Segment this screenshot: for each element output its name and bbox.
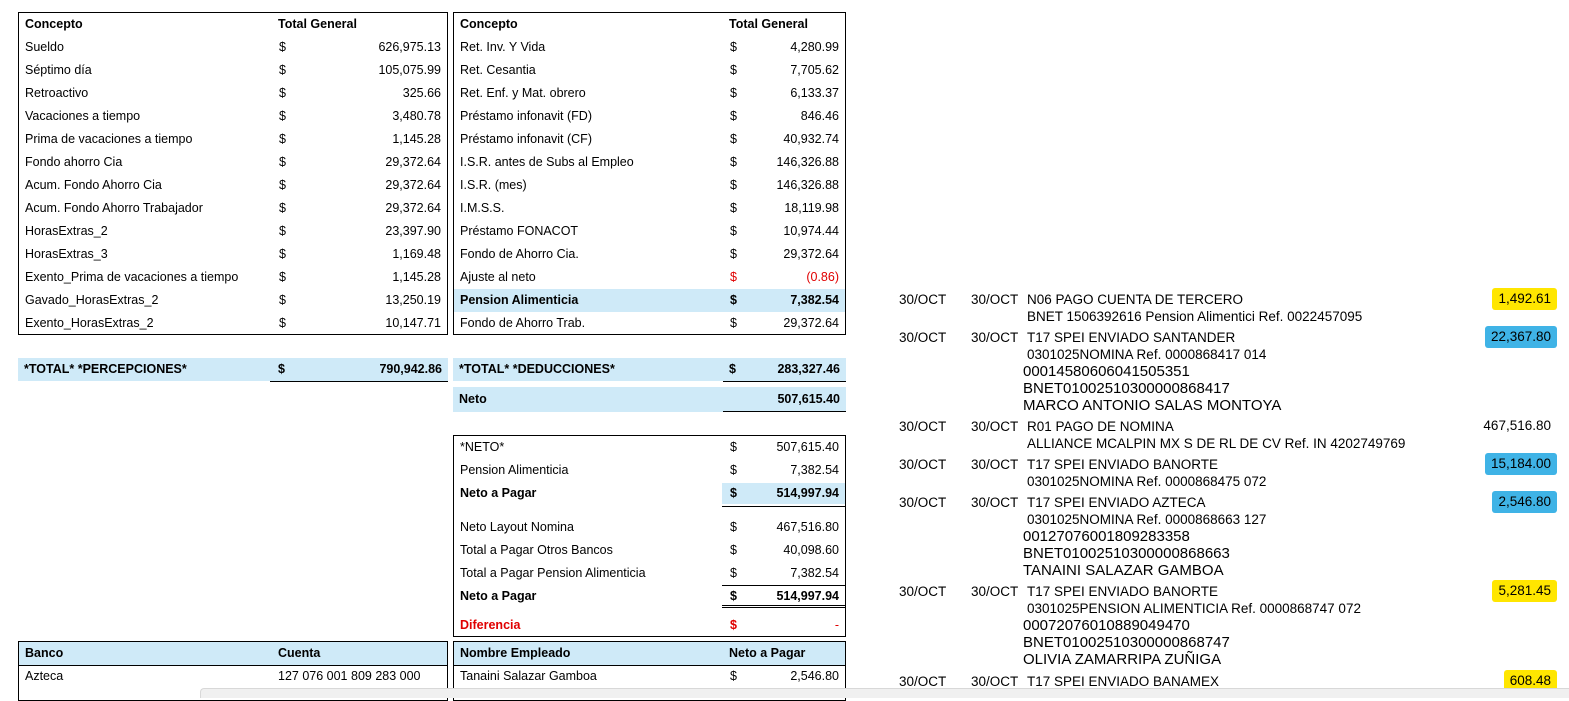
stmt-account-line: TANAINI SALAZAR GAMBOA [1023, 562, 1224, 579]
stmt-date-1: 30/OCT [899, 330, 947, 345]
stmt-detail: 0301025NOMINA Ref. 0000868417 014 [1027, 347, 1267, 362]
stmt-account-line: 00072076010889049470 [1023, 617, 1190, 634]
stmt-detail: BNET 1506392616 Pension Alimentici Ref. … [1027, 309, 1363, 324]
stmt-amount: 15,184.00 [1484, 453, 1557, 475]
stmt-desc: T17 SPEI ENVIADO BANORTE [1027, 584, 1219, 599]
stmt-desc: T17 SPEI ENVIADO BANORTE [1027, 457, 1219, 472]
stmt-account-line: MARCO ANTONIO SALAS MONTOYA [1023, 397, 1282, 414]
stmt-date-2: 30/OCT [971, 330, 1019, 345]
estado-cuenta: 30/OCT 30/OCT N06 PAGO CUENTA DE TERCERO BN… [0, 0, 1569, 697]
stmt-desc: N06 PAGO CUENTA DE TERCERO [1027, 292, 1244, 307]
stmt-detail: ALLIANCE MCALPIN MX S DE RL DE CV Ref. I… [1027, 436, 1406, 451]
stmt-amount: 2,546.80 [1492, 491, 1557, 513]
stmt-amount: 22,367.80 [1484, 326, 1557, 348]
stmt-desc: R01 PAGO DE NOMINA [1027, 419, 1174, 434]
stmt-amount: 1,492.61 [1492, 288, 1557, 310]
stmt-date-2: 30/OCT [971, 457, 1019, 472]
stmt-account-line: BNET01002510300000868663 [1023, 545, 1230, 562]
stmt-amount: 467,516.80 [1483, 418, 1551, 433]
stmt-date-2: 30/OCT [971, 292, 1019, 307]
stmt-detail: 0301025NOMINA Ref. 0000868475 072 [1027, 474, 1267, 489]
stmt-date-2: 30/OCT [971, 584, 1019, 599]
stmt-date-1: 30/OCT [899, 457, 947, 472]
stmt-date-1: 30/OCT [899, 584, 947, 599]
stmt-desc: T17 SPEI ENVIADO SANTANDER [1027, 330, 1236, 345]
stmt-date-1: 30/OCT [899, 292, 947, 307]
stmt-account-line: OLIVIA ZAMARRIPA ZUÑIGA [1023, 651, 1222, 668]
stmt-date-1: 30/OCT [899, 495, 947, 510]
stmt-account-line: BNET01002510300000868417 [1023, 380, 1230, 397]
stmt-date-2: 30/OCT [971, 495, 1019, 510]
stmt-date-1: 30/OCT [899, 419, 947, 434]
stmt-desc: T17 SPEI ENVIADO AZTECA [1027, 495, 1206, 510]
stmt-amount: 5,281.45 [1492, 580, 1557, 602]
stmt-account-line: BNET01002510300000868747 [1023, 634, 1230, 651]
stmt-date-2: 30/OCT [971, 419, 1019, 434]
stmt-detail: 0301025NOMINA Ref. 0000868663 127 [1027, 512, 1267, 527]
stmt-account-line: 00014580606041505351 [1023, 363, 1190, 380]
stmt-detail: 0301025PENSION ALIMENTICIA Ref. 00008687… [1027, 601, 1361, 616]
stmt-account-line: 00127076001809283358 [1023, 528, 1190, 545]
